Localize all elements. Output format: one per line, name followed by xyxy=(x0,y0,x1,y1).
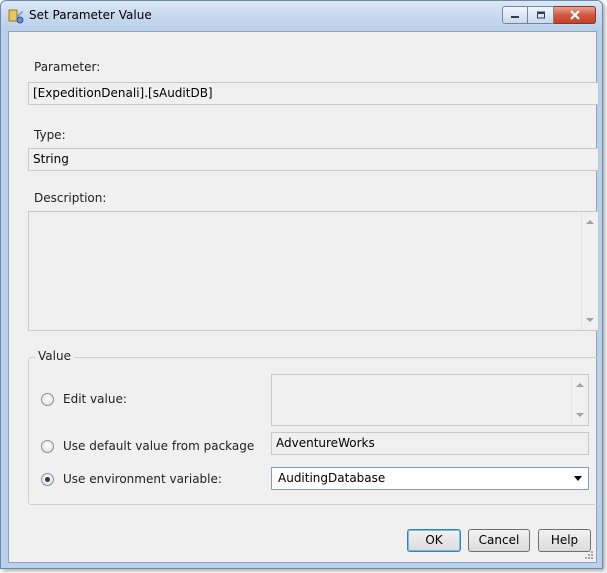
edit-scroll-up-icon[interactable] xyxy=(576,383,584,387)
caption-buttons xyxy=(502,6,596,24)
scroll-down-icon[interactable] xyxy=(586,318,594,322)
close-icon xyxy=(569,10,580,20)
edit-value-label[interactable]: Edit value: xyxy=(63,392,127,406)
resize-grip-icon[interactable] xyxy=(584,550,594,560)
close-button[interactable] xyxy=(554,6,596,24)
default-value-label[interactable]: Use default value from package xyxy=(63,439,254,453)
environment-variable-selected: AuditingDatabase xyxy=(278,471,386,485)
edit-value-radio[interactable] xyxy=(41,393,54,406)
title-bar[interactable]: Set Parameter Value xyxy=(1,1,602,31)
dialog-content: Parameter: [ExpeditionDenali].[sAuditDB]… xyxy=(8,31,599,563)
environment-variable-dropdown[interactable]: AuditingDatabase xyxy=(271,467,589,490)
description-scrollbar[interactable] xyxy=(581,212,598,330)
help-button[interactable]: Help xyxy=(538,529,591,552)
edit-value-text xyxy=(272,375,588,381)
default-value-field[interactable]: AdventureWorks xyxy=(271,432,589,455)
maximize-button[interactable] xyxy=(528,6,554,24)
minimize-button[interactable] xyxy=(502,6,528,24)
default-value-radio[interactable] xyxy=(41,440,54,453)
scroll-up-icon[interactable] xyxy=(586,220,594,224)
parameter-wizard-icon xyxy=(8,9,24,24)
ok-button[interactable]: OK xyxy=(407,529,461,552)
edit-value-scrollbar[interactable] xyxy=(571,375,588,425)
description-label: Description: xyxy=(34,191,107,205)
description-textarea[interactable] xyxy=(28,211,599,331)
description-text xyxy=(29,212,598,218)
minimize-icon xyxy=(511,16,519,18)
parameter-label: Parameter: xyxy=(34,60,101,74)
parameter-field[interactable]: [ExpeditionDenali].[sAuditDB] xyxy=(28,82,599,105)
cancel-button[interactable]: Cancel xyxy=(468,529,530,552)
dialog-window: Set Parameter Value Parameter: [Expediti… xyxy=(0,0,603,569)
window-title: Set Parameter Value xyxy=(29,8,152,22)
edit-scroll-down-icon[interactable] xyxy=(576,413,584,417)
maximize-icon xyxy=(536,11,545,19)
type-label: Type: xyxy=(34,128,66,142)
environment-variable-radio[interactable] xyxy=(41,473,54,486)
chevron-down-icon[interactable] xyxy=(574,476,582,481)
value-group-title: Value xyxy=(35,349,74,363)
edit-value-textbox[interactable] xyxy=(271,374,589,426)
environment-variable-label[interactable]: Use environment variable: xyxy=(63,472,222,486)
type-field[interactable]: String xyxy=(28,148,599,171)
